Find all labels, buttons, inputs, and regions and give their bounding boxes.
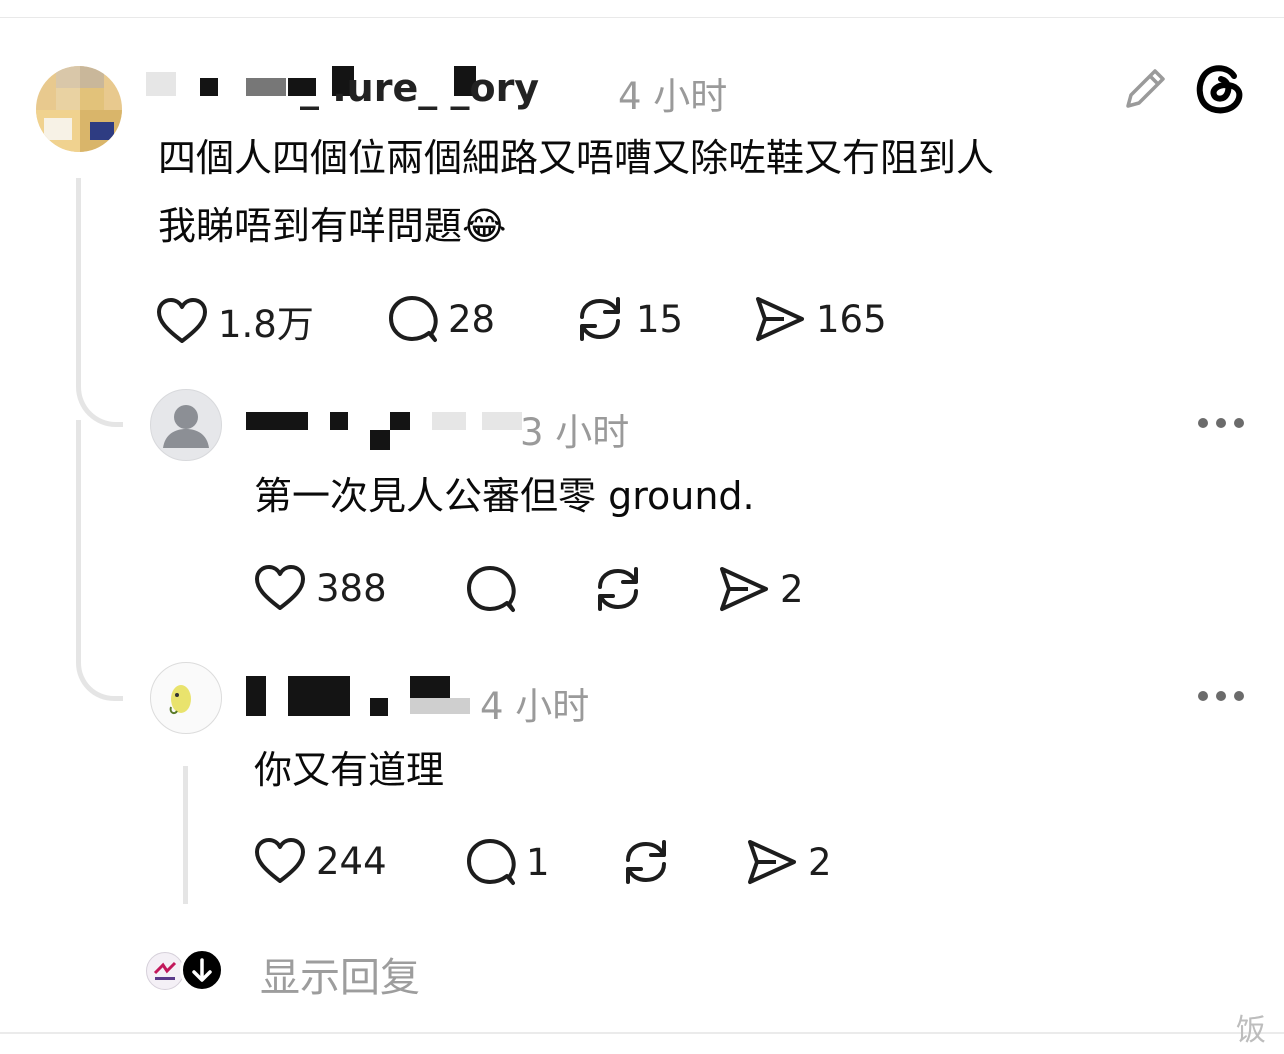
main-like-button[interactable]: 1.8万 [156, 294, 314, 348]
reply2-avatar[interactable] [150, 662, 222, 734]
main-like-count: 1.8万 [218, 303, 314, 346]
pencil-icon[interactable] [1122, 64, 1170, 116]
reply2-more-dots-icon[interactable] [1198, 691, 1244, 701]
send-icon [756, 297, 804, 341]
reply1-share-button[interactable]: 2 [718, 564, 804, 614]
reply1-username-redacted [246, 408, 526, 450]
reply1-time: 3 小时 [520, 411, 630, 454]
reply2-comment-count: 1 [526, 840, 550, 884]
comment-bubble-icon [389, 296, 438, 342]
reply1-share-count: 2 [780, 567, 804, 611]
main-repost-count: 15 [636, 297, 684, 341]
main-post-text-line2: 我睇唔到有咩問題😂 [158, 204, 507, 248]
reply2-share-button[interactable]: 2 [746, 837, 832, 887]
threads-logo-icon[interactable] [1194, 60, 1248, 120]
show-replies-avatar[interactable] [146, 952, 184, 990]
reply2-like-button[interactable]: 244 [254, 837, 387, 885]
repost-icon [626, 840, 666, 884]
thread-line-to-reply1 [76, 178, 123, 427]
top-divider [0, 17, 1284, 18]
heart-icon [255, 838, 305, 883]
main-post-avatar[interactable] [36, 66, 122, 152]
reply2-text: 你又有道理 [254, 748, 445, 792]
main-post-text-line1: 四個人四個位兩個細路又唔嘈又除咗鞋又冇阻到人 [158, 136, 995, 180]
reply2-time: 4 小时 [480, 685, 590, 728]
reply2-comment-button[interactable]: 1 [466, 837, 550, 887]
reply2-username-redacted [246, 676, 506, 716]
reply1-like-count: 388 [316, 566, 387, 610]
heart-icon [255, 565, 305, 610]
heart-icon [157, 298, 207, 343]
thread-line-reply2 [183, 766, 188, 904]
send-icon [720, 567, 768, 611]
main-comment-button[interactable]: 28 [388, 294, 495, 344]
comment-bubble-icon [467, 839, 516, 885]
main-comment-count: 28 [448, 297, 496, 341]
reply2-like-count: 244 [316, 839, 387, 883]
repost-icon [598, 567, 638, 611]
send-icon [748, 840, 796, 884]
comment-bubble-icon [467, 566, 516, 612]
main-post-username[interactable]: _ .ure_ _ory [300, 66, 539, 110]
main-post-time: 4 小时 [618, 75, 728, 118]
reply2-share-count: 2 [808, 840, 832, 884]
reply1-avatar[interactable] [150, 389, 222, 461]
reply1-comment-button[interactable] [466, 564, 516, 614]
reply1-repost-button[interactable] [592, 564, 644, 614]
watermark: 饭 [1236, 1013, 1266, 1048]
main-share-button[interactable]: 165 [754, 294, 887, 344]
main-share-count: 165 [816, 297, 887, 341]
repost-icon [580, 297, 620, 341]
bottom-divider [0, 1032, 1284, 1034]
show-replies-button[interactable]: 显示回复 [260, 945, 420, 1003]
main-repost-button[interactable]: 15 [574, 294, 683, 344]
reply1-more-dots-icon[interactable] [1198, 418, 1244, 428]
thread-line-to-reply2 [76, 420, 123, 701]
arrow-down-icon[interactable] [180, 948, 224, 992]
reply2-repost-button[interactable] [620, 837, 672, 887]
reply1-text: 第一次見人公審但零 ground. [254, 474, 755, 518]
reply1-like-button[interactable]: 388 [254, 564, 387, 612]
